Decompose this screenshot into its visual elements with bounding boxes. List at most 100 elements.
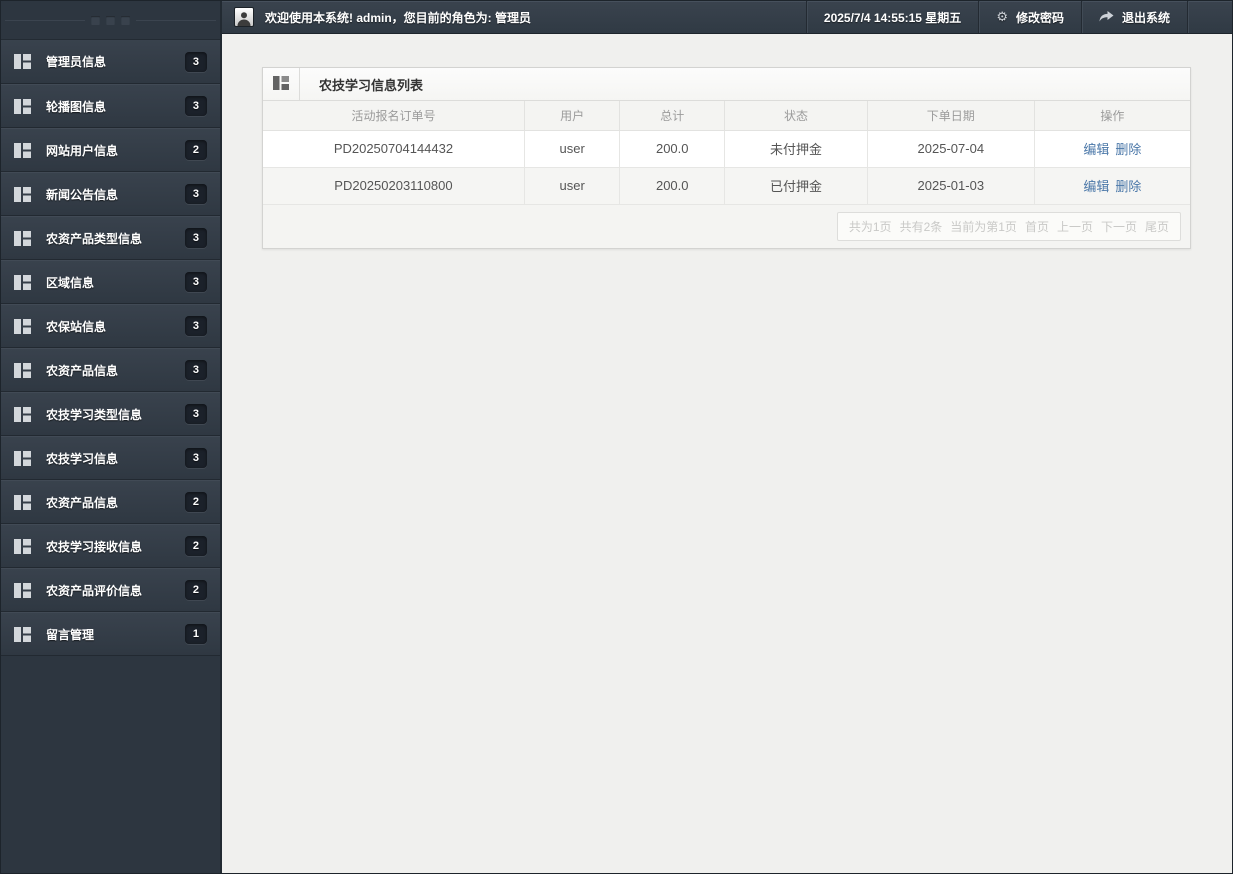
user-avatar-icon <box>234 7 254 27</box>
sidebar-item-label: 农资产品评价信息 <box>46 583 143 598</box>
cell-actions: 编辑 删除 <box>1033 167 1190 205</box>
panel-footer: 共为1页 共有2条 当前为第1页 首页 上一页 下一页 尾页 <box>263 204 1190 248</box>
sidebar-menu: 管理员信息 3 轮播图信息 3 网站用户信息 2 新闻公告信息 3 农资产品类型… <box>1 40 220 656</box>
sidebar-item-product-info[interactable]: 农资产品信息 3 <box>1 348 220 392</box>
grid-icon <box>14 142 31 158</box>
col-header-status: 状态 <box>724 101 868 131</box>
logout-label: 退出系统 <box>1121 10 1170 25</box>
sidebar-item-carousel-info[interactable]: 轮播图信息 3 <box>1 84 220 128</box>
sidebar-item-news-info[interactable]: 新闻公告信息 3 <box>1 172 220 216</box>
col-header-actions: 操作 <box>1033 101 1190 131</box>
sidebar-item-label: 农资产品信息 <box>46 495 119 510</box>
sidebar-item-learning-info[interactable]: 农技学习信息 3 <box>1 436 220 480</box>
cell-actions: 编辑 删除 <box>1033 130 1190 168</box>
sidebar-item-label: 新闻公告信息 <box>46 187 119 202</box>
sidebar-item-message-management[interactable]: 留言管理 1 <box>1 612 220 656</box>
delete-link[interactable]: 删除 <box>1115 142 1141 157</box>
grid-icon <box>14 318 31 334</box>
table-header-row: 活动报名订单号 用户 总计 状态 下单日期 操作 <box>263 101 1190 131</box>
count-badge: 2 <box>184 140 207 160</box>
count-badge: 3 <box>184 448 207 468</box>
count-badge: 3 <box>184 404 207 424</box>
count-badge: 3 <box>184 316 207 336</box>
pagination-next-link[interactable]: 下一页 <box>1101 218 1137 235</box>
grid-icon <box>14 230 31 246</box>
cell-total: 200.0 <box>619 167 725 205</box>
drag-handle-icon <box>5 15 216 25</box>
grid-icon <box>14 538 31 554</box>
grid-icon <box>14 186 31 202</box>
grid-icon <box>273 75 289 93</box>
count-badge: 3 <box>184 272 207 292</box>
count-badge: 2 <box>184 580 207 600</box>
main-area: 欢迎使用本系统! admin，您目前的角色为: 管理员 2025/7/4 14:… <box>222 1 1232 873</box>
data-table: 活动报名订单号 用户 总计 状态 下单日期 操作 PD2025070414443… <box>263 101 1190 205</box>
grid-icon <box>14 494 31 510</box>
edit-link[interactable]: 编辑 <box>1083 142 1109 157</box>
count-badge: 3 <box>184 51 207 72</box>
sidebar-item-product-review-info[interactable]: 农资产品评价信息 2 <box>1 568 220 612</box>
cell-total: 200.0 <box>619 130 725 168</box>
logout-arrow-icon <box>1099 11 1114 23</box>
count-badge: 2 <box>184 536 207 556</box>
datetime-text: 2025/7/4 14:55:15 星期五 <box>823 10 962 25</box>
cell-order-no: PD20250704144432 <box>263 130 525 168</box>
grid-icon <box>14 582 31 598</box>
content-area: 农技学习信息列表 活动报名订单号 用户 总计 状态 下单日期 操作 PD2025… <box>222 34 1232 873</box>
sidebar-item-label: 管理员信息 <box>46 55 107 69</box>
col-header-total: 总计 <box>619 101 725 131</box>
sidebar-item-label: 区域信息 <box>46 275 95 290</box>
edit-link[interactable]: 编辑 <box>1083 179 1109 194</box>
sidebar-item-label: 农资产品类型信息 <box>46 231 143 246</box>
grid-icon <box>14 406 31 422</box>
change-password-button[interactable]: ⚙ 修改密码 <box>978 1 1081 33</box>
table-row: PD20250704144432 user 200.0 未付押金 2025-07… <box>263 130 1190 168</box>
grid-icon <box>14 450 31 466</box>
pagination-prev-link[interactable]: 上一页 <box>1057 218 1093 235</box>
pagination: 共为1页 共有2条 当前为第1页 首页 上一页 下一页 尾页 <box>836 211 1181 241</box>
sidebar-item-label: 农资产品信息 <box>46 363 119 378</box>
grid-icon <box>14 362 31 378</box>
count-badge: 2 <box>184 492 207 512</box>
count-badge: 3 <box>184 96 207 116</box>
datetime-display: 2025/7/4 14:55:15 星期五 <box>805 1 978 33</box>
cell-user: user <box>523 130 620 168</box>
delete-link[interactable]: 删除 <box>1115 179 1141 194</box>
grid-icon <box>14 274 31 290</box>
panel-title: 农技学习信息列表 <box>319 77 424 93</box>
grid-icon <box>14 626 31 642</box>
gear-icon: ⚙ <box>996 9 1008 24</box>
grid-icon <box>14 98 31 114</box>
pagination-last-link[interactable]: 尾页 <box>1145 218 1169 235</box>
sidebar-collapse-handle[interactable] <box>1 1 220 40</box>
cell-order-no: PD20250203110800 <box>263 167 525 205</box>
pagination-first-link[interactable]: 首页 <box>1025 218 1049 235</box>
count-badge: 3 <box>184 184 207 204</box>
count-badge: 3 <box>184 360 207 380</box>
grid-icon <box>14 54 31 69</box>
sidebar: 管理员信息 3 轮播图信息 3 网站用户信息 2 新闻公告信息 3 农资产品类型… <box>1 1 222 873</box>
sidebar-item-admin-info[interactable]: 管理员信息 3 <box>1 40 220 84</box>
sidebar-item-label: 农保站信息 <box>46 319 107 334</box>
sidebar-item-label: 网站用户信息 <box>46 143 119 158</box>
sidebar-item-region-info[interactable]: 区域信息 3 <box>1 260 220 304</box>
sidebar-item-product-order-info[interactable]: 农资产品信息 2 <box>1 480 220 524</box>
pagination-current-page: 当前为第1页 <box>950 219 1017 234</box>
sidebar-item-label: 农技学习接收信息 <box>46 539 143 554</box>
logout-button[interactable]: 退出系统 <box>1080 1 1187 33</box>
sidebar-item-product-type-info[interactable]: 农资产品类型信息 3 <box>1 216 220 260</box>
sidebar-item-learning-type-info[interactable]: 农技学习类型信息 3 <box>1 392 220 436</box>
col-header-date: 下单日期 <box>866 101 1035 131</box>
topbar-welcome-section: 欢迎使用本系统! admin，您目前的角色为: 管理员 <box>222 1 806 33</box>
count-badge: 3 <box>184 228 207 248</box>
sidebar-item-site-user-info[interactable]: 网站用户信息 2 <box>1 128 220 172</box>
sidebar-item-station-info[interactable]: 农保站信息 3 <box>1 304 220 348</box>
topbar-spacer <box>1187 1 1232 33</box>
col-header-user: 用户 <box>523 101 620 131</box>
pagination-total-pages: 共为1页 <box>848 219 892 234</box>
count-badge: 1 <box>184 624 207 644</box>
welcome-text: 欢迎使用本系统! admin，您目前的角色为: 管理员 <box>265 10 531 25</box>
sidebar-item-learning-receive-info[interactable]: 农技学习接收信息 2 <box>1 524 220 568</box>
cell-status: 未付押金 <box>724 130 868 168</box>
cell-user: user <box>523 167 620 205</box>
